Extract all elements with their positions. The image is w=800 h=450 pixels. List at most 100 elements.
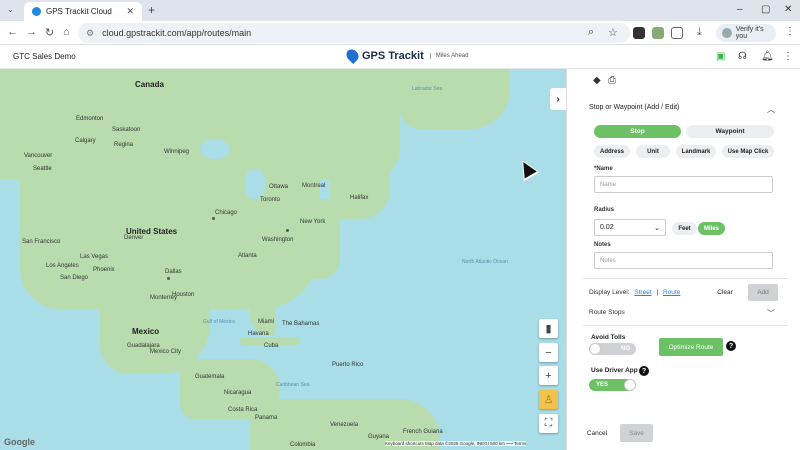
home-icon[interactable]: ⌂ (63, 26, 70, 38)
land-florida (250, 294, 275, 336)
notes-label: Notes (594, 242, 611, 248)
source-unit-chip[interactable]: Unit (636, 145, 670, 158)
route-stops-label[interactable]: Route Stops (589, 309, 625, 316)
name-label: *Name (594, 166, 613, 172)
display-separator: | (656, 289, 659, 296)
browser-tab[interactable]: GPS Trackit Cloud ✕ (24, 2, 142, 21)
reload-icon[interactable]: ↻ (45, 26, 54, 39)
display-level-label: Display Level: (589, 289, 630, 296)
new-tab-button[interactable]: + (148, 3, 155, 17)
display-street-link[interactable]: Street (634, 289, 651, 296)
search-icon[interactable]: ⌕ (588, 26, 594, 39)
label-ottawa: Ottawa (269, 184, 289, 190)
label-guyana: Guyana (368, 434, 390, 440)
label-miami: Miami (258, 319, 274, 325)
label-san-diego: San Diego (60, 275, 89, 281)
back-icon[interactable]: ← (7, 26, 18, 38)
label-dallas: Dallas (165, 269, 182, 275)
notification-bell-icon[interactable]: 🔔︎ (761, 51, 774, 62)
cancel-button[interactable]: Cancel (584, 424, 610, 442)
avoid-tolls-toggle[interactable]: NO (589, 343, 636, 355)
map-type-icon[interactable]: ▮ (539, 319, 558, 338)
label-nicaragua: Nicaragua (224, 390, 252, 396)
label-french-guiana: French Guiana (403, 429, 443, 435)
extensions-puzzle-icon[interactable] (671, 27, 683, 39)
help-icon[interactable]: ? (639, 366, 649, 376)
fullscreen-icon[interactable]: ⛶ (539, 414, 558, 433)
notes-textarea[interactable]: Notes (594, 252, 773, 269)
favicon-icon (32, 7, 41, 16)
print-icon[interactable]: ⎙ (608, 75, 616, 86)
source-map-click-chip[interactable]: Use Map Click (722, 145, 774, 158)
label-chicago: Chicago (215, 210, 238, 216)
optimize-route-button[interactable]: Optimize Route (659, 338, 723, 356)
divider (583, 325, 788, 326)
url-text[interactable]: cloud.gpstrackit.com/app/routes/main (102, 28, 251, 38)
save-button[interactable]: Save (620, 424, 653, 442)
toggle-knob (624, 379, 636, 391)
app-menu-icon[interactable]: ⋮ (783, 51, 793, 62)
chevron-down-icon: ⌄ (654, 225, 660, 232)
forward-icon[interactable]: → (26, 26, 37, 38)
name-input[interactable]: Name (594, 176, 773, 193)
label-venezuela: Venezuela (330, 422, 359, 428)
chevron-up-icon[interactable]: ︿ (767, 104, 775, 115)
google-logo: Google (4, 437, 35, 447)
extension-icon[interactable] (633, 27, 645, 39)
waypoint-toggle-button[interactable]: Waypoint (686, 125, 774, 138)
label-north-atlantic: North Atlantic Ocean (462, 259, 508, 265)
unit-feet-button[interactable]: Feet (672, 222, 697, 235)
unit-miles-button[interactable]: Miles (698, 222, 725, 235)
site-info-icon[interactable]: ⚙ (86, 28, 94, 39)
stop-toggle-button[interactable]: Stop (594, 125, 681, 138)
tab-list-icon[interactable]: ⌄ (7, 5, 14, 14)
avoid-tolls-value: NO (621, 346, 630, 352)
browser-toolbar: ← → ↻ ⌂ ⚙ cloud.gpstrackit.com/app/route… (0, 21, 800, 45)
close-tab-icon[interactable]: ✕ (126, 6, 134, 17)
lake-michigan (245, 169, 265, 199)
zoom-in-button[interactable]: + (539, 366, 558, 385)
label-winnipeg: Winnipeg (164, 149, 190, 155)
label-cuba: Cuba (264, 343, 279, 349)
tab-title: GPS Trackit Cloud (46, 7, 112, 16)
help-icon[interactable]: ? (726, 341, 736, 351)
source-landmark-chip[interactable]: Landmark (676, 145, 716, 158)
support-headset-icon[interactable]: ☊ (738, 51, 747, 62)
zoom-out-button[interactable]: − (539, 343, 558, 362)
minimize-icon[interactable]: – (737, 4, 743, 15)
radius-select[interactable]: 0.02 ⌄ (594, 219, 666, 236)
driver-app-label: Use Driver App (591, 367, 638, 374)
label-colombia: Colombia (290, 442, 316, 448)
directions-icon[interactable]: ◆ (593, 75, 601, 86)
label-monterrey: Monterrey (150, 295, 178, 301)
download-icon[interactable]: ⤓ (697, 26, 702, 39)
browser-tab-bar: ⌄ GPS Trackit Cloud ✕ + – ▢ ✕ (0, 0, 800, 21)
display-route-link[interactable]: Route (663, 289, 680, 296)
label-puerto-rico: Puerto Rico (332, 362, 364, 368)
address-bar[interactable]: ⚙ cloud.gpstrackit.com/app/routes/main ⌕… (78, 23, 630, 43)
browser-menu-icon[interactable]: ⋮ (785, 26, 795, 37)
bookmark-star-icon[interactable]: ☆ (608, 26, 618, 39)
section-title: Stop or Waypoint (Add / Edit) (589, 104, 680, 111)
close-window-icon[interactable]: ✕ (784, 4, 792, 15)
driver-app-toggle[interactable]: YES (589, 379, 636, 391)
maximize-icon[interactable]: ▢ (761, 4, 770, 15)
land-us-east (300, 199, 340, 279)
chat-icon[interactable]: ▣ (716, 51, 725, 62)
city-dot (167, 277, 170, 280)
map-view[interactable]: Canada United States Mexico North Atlant… (0, 69, 566, 450)
chevron-down-icon[interactable]: ﹀ (767, 308, 775, 319)
profile-verify-button[interactable]: Verify it's you (716, 24, 776, 42)
extension-icon[interactable] (652, 27, 664, 39)
source-address-chip[interactable]: Address (594, 145, 630, 158)
clear-button[interactable]: Clear (708, 284, 742, 301)
add-button[interactable]: Add (748, 284, 778, 301)
map-attribution[interactable]: Keyboard shortcuts Map data ©2025 Google… (385, 441, 527, 446)
company-name[interactable]: GTC Sales Demo (13, 52, 76, 61)
label-regina: Regina (114, 142, 134, 148)
label-vancouver: Vancouver (24, 153, 53, 159)
logo-pin-icon (344, 47, 361, 64)
route-editor-panel: ◆ ⎙ Stop or Waypoint (Add / Edit) ︿ Stop… (566, 69, 800, 450)
expand-panel-toggle[interactable]: › (550, 88, 566, 110)
street-view-pegman-icon[interactable]: ♙ (539, 390, 558, 409)
